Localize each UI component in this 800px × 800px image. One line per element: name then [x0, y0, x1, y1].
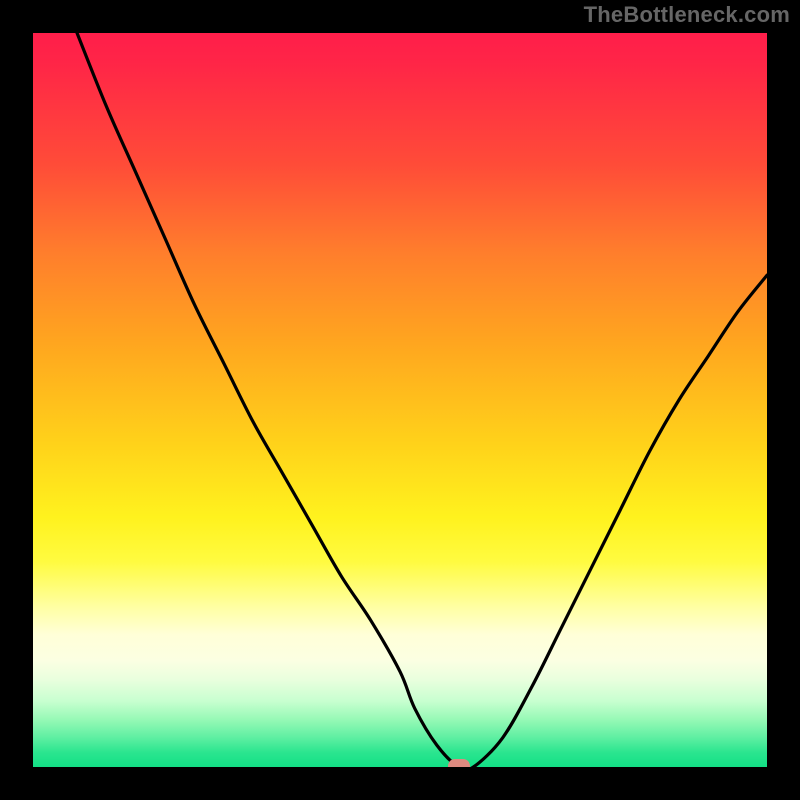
optimal-point-marker [448, 759, 470, 767]
watermark-text: TheBottleneck.com [584, 2, 790, 28]
bottleneck-curve [33, 33, 767, 767]
chart-frame: TheBottleneck.com [0, 0, 800, 800]
plot-area [33, 33, 767, 767]
